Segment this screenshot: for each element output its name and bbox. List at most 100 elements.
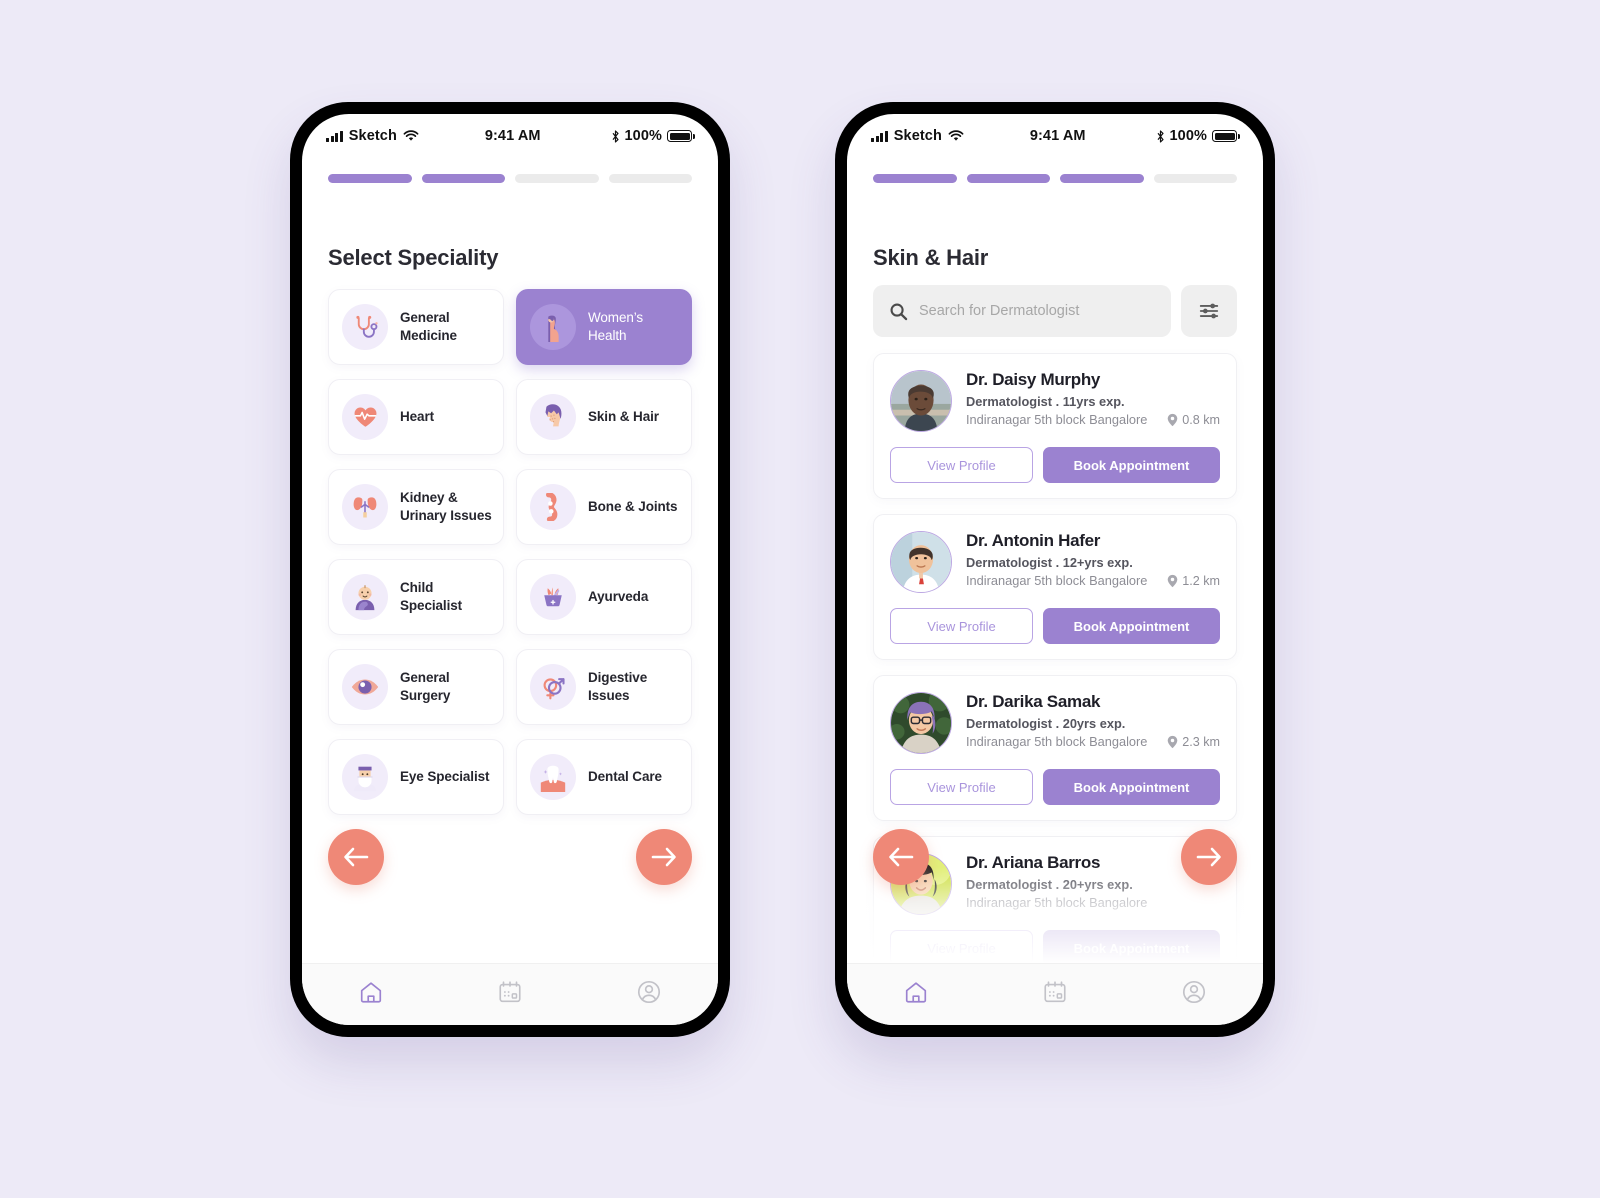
battery-percent-label: 100%	[1169, 128, 1207, 144]
doctor-card[interactable]: Dr. Darika Samak Dermatologist . 20yrs e…	[873, 675, 1237, 821]
carrier-label: Sketch	[348, 128, 397, 144]
knee-joint-icon	[530, 484, 576, 530]
book-appointment-button[interactable]: Book Appointment	[1043, 930, 1220, 963]
stethoscope-icon	[342, 304, 388, 350]
signal-bars-icon	[326, 130, 343, 142]
speciality-label: Child Specialist	[400, 579, 463, 613]
doctor-card[interactable]: Dr. Daisy Murphy Dermatologist . 11yrs e…	[873, 353, 1237, 499]
progress-step-3	[515, 174, 599, 183]
doctor-distance: 0.8 km	[1167, 413, 1220, 427]
view-profile-button[interactable]: View Profile	[890, 930, 1033, 963]
speciality-card-eye-specialist[interactable]: Eye Specialist	[328, 739, 504, 815]
book-appointment-button[interactable]: Book Appointment	[1043, 447, 1220, 483]
view-profile-button[interactable]: View Profile	[890, 608, 1033, 644]
doctor-name: Dr. Darika Samak	[966, 692, 1101, 711]
speciality-card-heart[interactable]: Heart	[328, 379, 504, 455]
page-title: Select Speciality	[328, 245, 499, 270]
speciality-card-general-surgery[interactable]: General Surgery	[328, 649, 504, 725]
carrier-label: Sketch	[893, 128, 942, 144]
doctor-address: Indiranagar 5th block Bangalore	[966, 573, 1148, 588]
speciality-label: Dental Care	[588, 768, 662, 784]
tab-appointments[interactable]	[1025, 972, 1085, 1012]
kidneys-icon	[342, 484, 388, 530]
user-circle-icon	[1182, 980, 1205, 1003]
next-step-button[interactable]	[1181, 829, 1237, 885]
arrow-left-icon	[344, 847, 369, 867]
doctor-speciality: Dermatologist . 12+yrs exp.	[966, 555, 1133, 570]
phone-mockup-left: Sketch 9:41 AM 100% Select Speciality Ge…	[290, 102, 730, 1037]
calendar-icon	[499, 980, 521, 1002]
status-bar: Sketch 9:41 AM 100%	[302, 114, 718, 158]
speciality-card-ayurveda[interactable]: Ayurveda	[516, 559, 692, 635]
arrow-left-icon	[889, 847, 914, 867]
filter-button[interactable]	[1181, 285, 1237, 337]
filter-sliders-icon	[1199, 303, 1219, 319]
battery-full-icon	[667, 130, 695, 142]
doctor-speciality: Dermatologist . 20+yrs exp.	[966, 877, 1133, 892]
previous-step-button[interactable]	[328, 829, 384, 885]
previous-step-button[interactable]	[873, 829, 929, 885]
tab-home[interactable]	[341, 972, 401, 1012]
speciality-label: Ayurveda	[588, 588, 649, 604]
search-box[interactable]	[873, 285, 1171, 337]
search-icon	[890, 303, 908, 320]
location-pin-icon	[1167, 413, 1178, 426]
bluetooth-icon	[612, 129, 619, 143]
speciality-label: Bone & Joints	[588, 498, 678, 514]
speciality-card-kidney-urinary[interactable]: Kidney & Urinary Issues	[328, 469, 504, 545]
status-bar: Sketch 9:41 AM 100%	[847, 114, 1263, 158]
baby-icon	[342, 574, 388, 620]
progress-steps-right	[847, 158, 1263, 183]
progress-step-4	[608, 174, 692, 183]
speciality-card-digestive-issues[interactable]: Digestive Issues	[516, 649, 692, 725]
tab-appointments[interactable]	[480, 972, 540, 1012]
view-profile-button[interactable]: View Profile	[890, 769, 1033, 805]
speciality-card-skin-hair[interactable]: Skin & Hair	[516, 379, 692, 455]
arrow-right-icon	[1196, 847, 1221, 867]
location-pin-icon	[1167, 574, 1178, 587]
speciality-card-child-specialist[interactable]: Child Specialist	[328, 559, 504, 635]
user-circle-icon	[637, 980, 660, 1003]
doctor-address: Indiranagar 5th block Bangalore	[966, 734, 1148, 749]
bluetooth-icon	[1157, 129, 1164, 143]
progress-step-2	[966, 174, 1050, 183]
wifi-icon	[948, 130, 964, 141]
view-profile-button[interactable]: View Profile	[890, 447, 1033, 483]
doctor-speciality: Dermatologist . 20yrs exp.	[966, 716, 1126, 731]
speciality-grid: General Medicine Women’s Health Heart Sk…	[328, 289, 692, 815]
doctor-distance: 1.2 km	[1167, 574, 1220, 588]
doctor-name: Dr. Daisy Murphy	[966, 370, 1101, 389]
progress-step-3	[1060, 174, 1144, 183]
next-step-button[interactable]	[636, 829, 692, 885]
speciality-card-bone-joints[interactable]: Bone & Joints	[516, 469, 692, 545]
speciality-label: Skin & Hair	[588, 408, 659, 424]
avatar	[890, 692, 952, 754]
speciality-card-general-medicine[interactable]: General Medicine	[328, 289, 504, 365]
screen-select-speciality: Sketch 9:41 AM 100% Select Speciality Ge…	[302, 114, 718, 1025]
book-appointment-button[interactable]: Book Appointment	[1043, 608, 1220, 644]
bottom-tab-bar-right	[847, 963, 1263, 1025]
avatar	[890, 531, 952, 593]
book-appointment-button[interactable]: Book Appointment	[1043, 769, 1220, 805]
progress-step-1	[873, 174, 957, 183]
screen-doctor-list: Sketch 9:41 AM 100% Skin & Hair Search f…	[847, 114, 1263, 1025]
gender-symbols-icon	[530, 664, 576, 710]
tab-profile[interactable]	[619, 972, 679, 1012]
battery-full-icon	[1212, 130, 1240, 142]
distance-label: 0.8 km	[1182, 412, 1220, 427]
doctor-distance: 2.3 km	[1167, 735, 1220, 749]
mortar-pestle-herbs-icon	[530, 574, 576, 620]
speciality-card-womens-health[interactable]: Women’s Health	[516, 289, 692, 365]
speciality-card-dental-care[interactable]: Dental Care	[516, 739, 692, 815]
speciality-label: Heart	[400, 408, 435, 424]
young-man-photo	[891, 532, 951, 592]
search-input[interactable]	[919, 303, 1155, 319]
distance-label: 1.2 km	[1182, 573, 1220, 588]
clock-label: 9:41 AM	[484, 128, 541, 144]
tab-profile[interactable]	[1164, 972, 1224, 1012]
face-skin-icon	[530, 394, 576, 440]
tab-home[interactable]	[886, 972, 946, 1012]
content-area-right: Skin & Hair Search for Dermatologist Dr.…	[847, 183, 1263, 963]
doctor-card[interactable]: Dr. Antonin Hafer Dermatologist . 12+yrs…	[873, 514, 1237, 660]
speciality-label: Women’s Health	[588, 309, 644, 343]
